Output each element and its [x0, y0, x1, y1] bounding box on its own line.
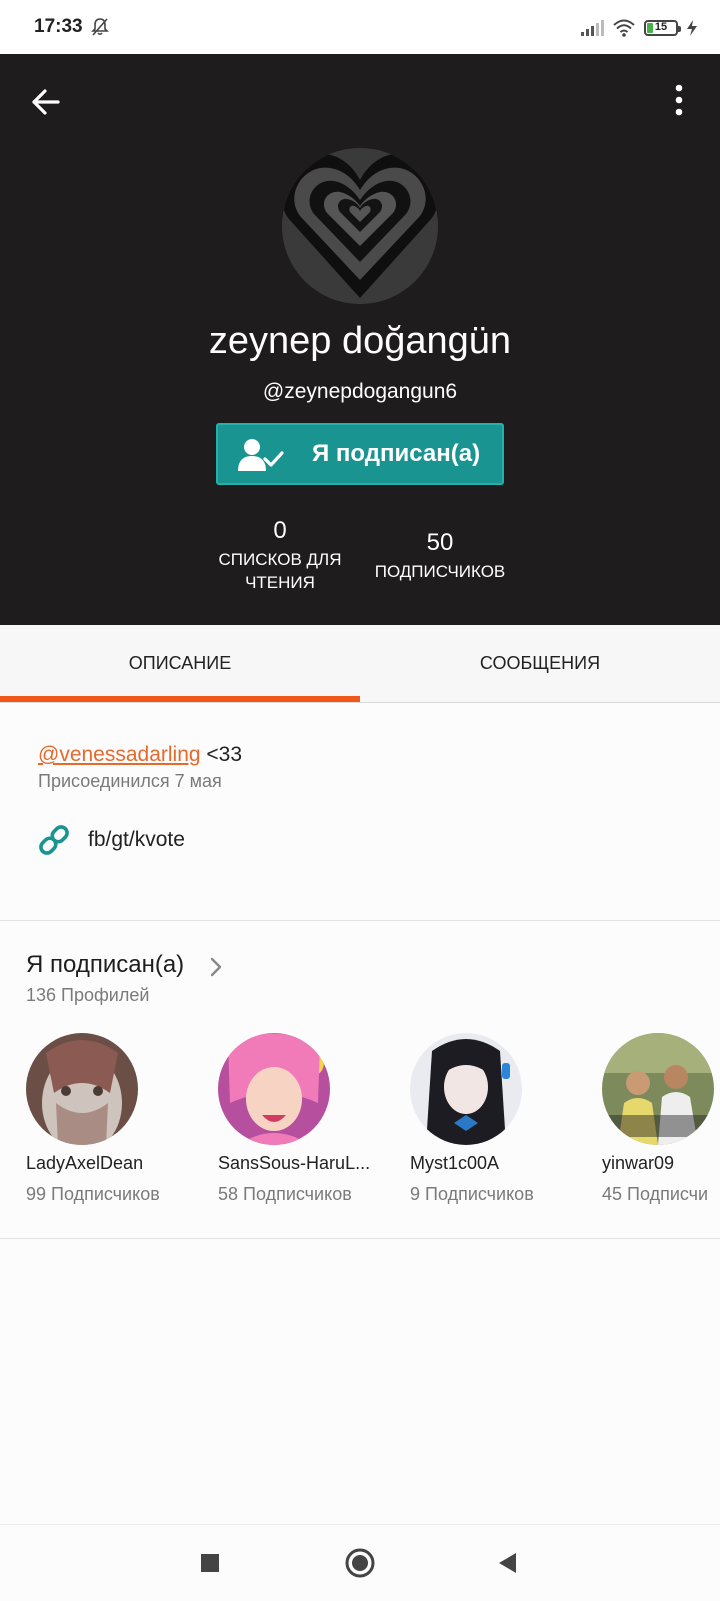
chevron-right-icon[interactable] [208, 955, 224, 979]
section-divider [0, 920, 720, 921]
user-name: SansSous-HaruL... [218, 1153, 371, 1173]
following-toggle-label: Я подписан(а) [312, 440, 481, 467]
following-user-card[interactable]: LadyAxelDean 99 Подписчиков [26, 1033, 196, 1205]
status-bar: 17:33 15 [0, 0, 720, 54]
reading-lists-count: 0 [273, 517, 287, 544]
bio-text: @venessadarling <33 [38, 743, 678, 767]
bell-off-icon [91, 18, 109, 36]
followers-stat[interactable]: 50 ПОДПИСЧИКОВ [360, 528, 520, 583]
status-time: 17:33 [34, 16, 83, 37]
bio-suffix: <33 [200, 743, 243, 766]
recents-square-icon[interactable] [192, 1545, 228, 1581]
home-circle-icon[interactable] [342, 1545, 378, 1581]
user-followers: 99 Подписчиков [26, 1184, 160, 1204]
following-user-card[interactable]: Myst1c00A 9 Подписчиков [410, 1033, 580, 1205]
user-name: LadyAxelDean [26, 1153, 144, 1173]
section-divider [0, 1238, 720, 1239]
about-section: @venessadarling <33 Присоединился 7 мая [38, 743, 678, 792]
user-followers: 9 Подписчиков [410, 1184, 534, 1204]
following-toggle-button[interactable]: Я подписан(а) [216, 423, 504, 485]
link-icon [39, 825, 69, 855]
tab-description[interactable]: ОПИСАНИЕ [0, 625, 360, 702]
followers-label: ПОДПИСЧИКОВ [374, 562, 506, 581]
joined-date: Присоединился 7 мая [38, 771, 222, 791]
reading-lists-label: СПИСКОВ ДЛЯ ЧТЕНИЯ [218, 550, 342, 592]
charging-icon [687, 20, 697, 36]
profile-handle: @zeynepdogangun6 [262, 380, 458, 403]
reading-lists-stat[interactable]: 0 СПИСКОВ ДЛЯ ЧТЕНИЯ [200, 516, 360, 594]
profile-avatar[interactable] [282, 148, 438, 304]
following-user-card[interactable]: yinwar09 45 Подписчи [602, 1033, 720, 1205]
user-name: Myst1c00A [410, 1153, 500, 1173]
user-avatar [602, 1033, 714, 1145]
profile-header: zeynep doğangün @zeynepdogangun6 Я подпи… [0, 54, 720, 625]
back-triangle-icon[interactable] [490, 1545, 526, 1581]
wifi-icon [613, 19, 635, 37]
user-check-icon [238, 439, 284, 471]
battery-icon: 15 [644, 20, 681, 36]
more-vertical-icon[interactable] [664, 80, 694, 120]
active-tab-indicator [0, 696, 360, 702]
following-section-title[interactable]: Я подписан(а) [26, 951, 184, 979]
user-avatar [26, 1033, 138, 1145]
heart-avatar-image [282, 148, 438, 304]
following-count: 136 Профилей [26, 985, 150, 1005]
user-followers: 58 Подписчиков [218, 1184, 352, 1204]
system-navigation-bar [0, 1524, 720, 1601]
back-arrow-icon[interactable] [26, 82, 66, 122]
battery-level: 15 [654, 21, 668, 33]
status-icons: 15 [580, 16, 698, 40]
tab-messages[interactable]: СООБЩЕНИЯ [360, 625, 720, 702]
website-text: fb/gt/kvote [88, 828, 185, 851]
signal-icon [581, 20, 604, 36]
mention-link[interactable]: @venessadarling [38, 743, 201, 766]
followers-count: 50 [426, 529, 454, 556]
user-avatar [218, 1033, 330, 1145]
profile-name: zeynep doğangün [208, 320, 512, 362]
following-user-card[interactable]: SansSous-HaruL... 58 Подписчиков [218, 1033, 388, 1205]
user-avatar [410, 1033, 522, 1145]
user-name: yinwar09 [602, 1153, 675, 1173]
profile-tabs: ОПИСАНИЕ СООБЩЕНИЯ [0, 625, 720, 703]
user-followers: 45 Подписчи [602, 1184, 709, 1204]
website-link[interactable]: fb/gt/kvote [36, 822, 185, 858]
